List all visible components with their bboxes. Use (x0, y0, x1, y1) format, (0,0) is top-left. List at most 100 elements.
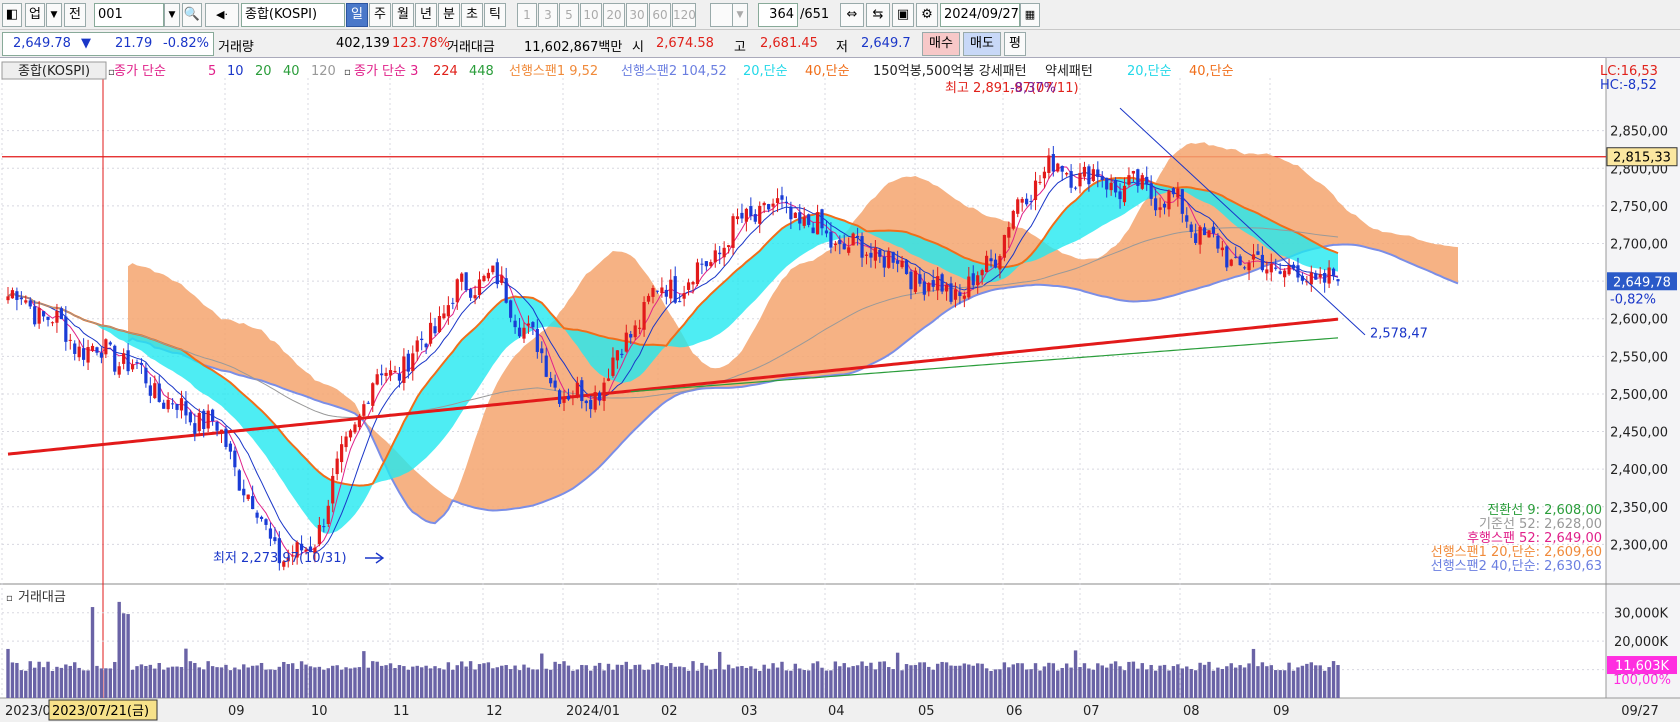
volume-bar (104, 668, 108, 698)
candle (602, 382, 606, 401)
candle (815, 212, 820, 235)
volume-bar (322, 669, 326, 698)
candle (1065, 173, 1069, 175)
candle (380, 373, 384, 376)
candle (113, 345, 117, 372)
volume-bar (900, 670, 904, 698)
x-tick-label: 05 (918, 704, 935, 719)
volume-bar (1336, 665, 1340, 698)
candle (73, 343, 77, 354)
candle (384, 372, 388, 376)
volume-bar (820, 667, 824, 698)
trend-value: 2,578,47 (1370, 327, 1428, 342)
legend-ma1-period: 120 (311, 64, 336, 79)
candle (998, 256, 1002, 270)
candle (944, 284, 949, 292)
volume-bar (228, 670, 233, 698)
candle (1180, 189, 1184, 214)
y-tick-label: 2,700,00 (1610, 237, 1668, 252)
candle (549, 378, 553, 384)
volume-bar (855, 665, 860, 698)
volume-bar (121, 613, 126, 698)
candle (864, 254, 869, 256)
candle (371, 383, 375, 406)
x-tick-label: 08 (1183, 704, 1200, 719)
volume-bar (975, 663, 980, 698)
volume-bar (749, 666, 753, 698)
candle (1171, 188, 1176, 195)
volume-bar (548, 669, 553, 698)
volume-bar (1202, 664, 1207, 698)
legend-series: 종합(KOSPI) (18, 64, 90, 79)
volume-bar (504, 665, 508, 698)
volume-bar (700, 662, 704, 698)
volume-bar (1225, 666, 1229, 698)
volume-bar (780, 661, 784, 698)
candle (433, 326, 437, 334)
volume-bar (637, 664, 642, 698)
candle (331, 475, 335, 504)
volume-bar (1296, 667, 1300, 698)
candle (1162, 203, 1167, 208)
price-chart[interactable]: 2,300,00 2,350,00 2,400,00 2,450,00 2,500,00… (0, 0, 1680, 722)
volume-bar (135, 666, 139, 698)
volume-bar (1011, 664, 1015, 698)
candle (37, 308, 41, 324)
volume-bar (829, 670, 833, 698)
candle (624, 332, 628, 352)
volume-bar (1136, 668, 1140, 698)
candle (455, 279, 459, 303)
volume-bar (157, 662, 161, 698)
candle (166, 399, 170, 410)
candle (976, 275, 980, 286)
candle (735, 216, 740, 220)
volume-bar (1038, 670, 1042, 698)
volume-bar (464, 666, 468, 698)
volume-bar (1047, 662, 1051, 698)
volume-bar (215, 667, 219, 698)
volume-bar (615, 664, 620, 698)
candle (1029, 201, 1033, 203)
hc-value: HC:-8,52 (1600, 78, 1657, 93)
last-pct: -0,82% (1610, 292, 1656, 307)
volume-bar (726, 664, 731, 698)
volume-bar (259, 662, 264, 698)
volume-bar (895, 652, 900, 698)
candle (958, 292, 962, 297)
last-price: 2,649,78 (1613, 275, 1671, 290)
candle (340, 444, 344, 463)
volume-bar (1256, 666, 1260, 698)
candle (233, 450, 237, 468)
candle (1100, 176, 1104, 180)
candle (451, 302, 455, 304)
candle (718, 252, 722, 255)
candle (904, 260, 909, 275)
candle (255, 512, 259, 518)
volume-bar (19, 670, 24, 698)
volume-bar (909, 665, 913, 698)
volume-bar (179, 667, 184, 698)
candle (211, 409, 215, 422)
candle (896, 260, 900, 264)
volume-bar (286, 664, 290, 698)
candle (500, 275, 504, 283)
volume-bar (1109, 663, 1113, 698)
candle (1122, 185, 1127, 203)
candle (540, 348, 544, 354)
volume-bar (460, 661, 464, 698)
candle (344, 436, 348, 448)
volume-bar (1002, 662, 1007, 698)
candle (1225, 246, 1229, 268)
volume-bar (611, 669, 615, 698)
candle (1216, 235, 1220, 249)
volume-bar (931, 669, 935, 698)
volume-bar (1229, 663, 1233, 698)
volume-bar (1073, 650, 1078, 698)
candle (504, 278, 508, 303)
candle (1002, 234, 1006, 258)
candle (1042, 171, 1047, 179)
candle (909, 271, 913, 290)
volume-bar (544, 668, 548, 698)
candle (1020, 198, 1024, 203)
volume-bar (766, 668, 771, 698)
